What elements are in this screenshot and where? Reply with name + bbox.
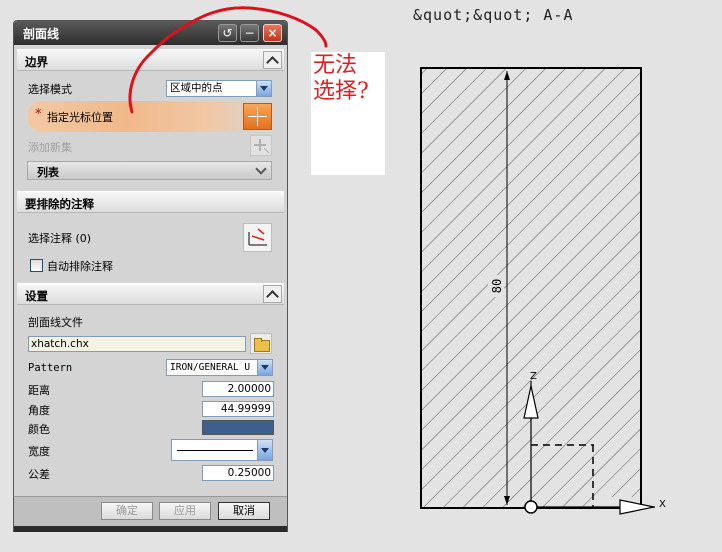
section-view-drawing: 80 Z X (128, 6, 666, 515)
z-axis-label: Z (530, 371, 537, 382)
red-annotation-arrow (128, 6, 328, 114)
dimension-text: 80 (490, 279, 504, 293)
origin-marker (524, 500, 538, 514)
x-axis-label: X (659, 499, 666, 510)
